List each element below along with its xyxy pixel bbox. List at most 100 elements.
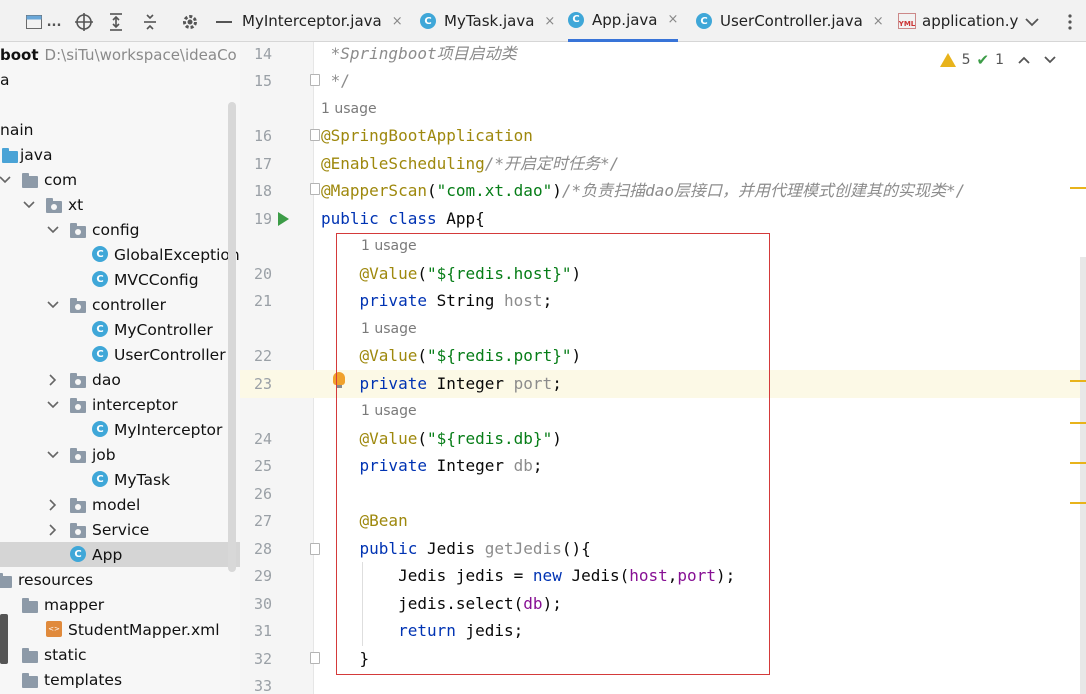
tree-item[interactable]: C MVCConfig [0, 267, 240, 292]
crosshair-icon[interactable] [74, 12, 94, 32]
chevron-down-icon[interactable] [46, 398, 60, 412]
warning-count: 5 [961, 52, 971, 68]
tab-app[interactable]: C App.java × [568, 0, 679, 42]
chevron-down-icon[interactable] [46, 223, 60, 237]
collapse-all-icon[interactable] [140, 12, 160, 32]
fold-marker-icon[interactable] [310, 652, 320, 664]
fold-marker-icon[interactable] [310, 543, 320, 555]
chevron-down-icon[interactable] [1022, 12, 1042, 32]
code-line[interactable]: *Springboot项目启动类 [321, 42, 517, 68]
warning-stripe[interactable] [1070, 380, 1086, 382]
tree-item[interactable]: C MyController [0, 317, 240, 342]
package-icon [70, 223, 86, 238]
line-number: 23 [253, 375, 272, 393]
more-dots[interactable]: ... [44, 12, 64, 32]
tree-item[interactable]: C MyInterceptor [0, 417, 240, 442]
chevron-down-icon[interactable] [22, 198, 36, 212]
tree-item-label: MyController [114, 320, 213, 339]
tree-item[interactable]: C App [0, 542, 240, 567]
close-icon[interactable]: × [668, 12, 679, 27]
chevron-right-icon[interactable] [46, 373, 60, 387]
close-icon[interactable]: × [873, 14, 884, 29]
project-root[interactable]: boot D:\siTu\workspace\ideaCo [0, 42, 240, 67]
tree-item-label: dao [92, 370, 121, 389]
usage-hint[interactable]: 1 usage [321, 95, 377, 123]
tree-item[interactable]: xt [0, 192, 240, 217]
tree-item[interactable]: job [0, 442, 240, 467]
tree-item[interactable]: <> StudentMapper.xml [0, 617, 240, 642]
tab-application-yml[interactable]: YML application.y [898, 0, 1018, 42]
code-token: @EnableScheduling [321, 154, 485, 173]
tree-item[interactable]: a [0, 67, 240, 92]
tab-mytask[interactable]: C MyTask.java × [420, 0, 555, 42]
editor-scrollbar[interactable] [1080, 257, 1086, 694]
ok-count: 1 [995, 52, 1004, 68]
tree-item[interactable]: static [0, 642, 240, 667]
side-panel-handle[interactable] [0, 614, 8, 664]
tree-item-label: a [0, 70, 10, 89]
gear-icon[interactable] [180, 12, 200, 32]
warning-stripe[interactable] [1070, 462, 1086, 464]
tree-item[interactable]: model [0, 492, 240, 517]
folder-icon [0, 573, 12, 588]
fold-marker-icon[interactable] [310, 74, 320, 86]
code-line[interactable]: public class App{ [321, 205, 485, 233]
tree-item[interactable]: mapper [0, 592, 240, 617]
expand-all-icon[interactable] [106, 12, 126, 32]
tab-myinterceptor[interactable]: MyInterceptor.java × [242, 0, 403, 42]
more-vertical-icon[interactable] [1060, 12, 1080, 32]
close-icon[interactable]: × [544, 14, 555, 29]
tree-item[interactable] [0, 92, 240, 117]
tree-item[interactable]: java [0, 142, 240, 167]
line-number: 19 [253, 210, 272, 228]
window-icon[interactable] [24, 12, 44, 32]
tree-item[interactable]: templates [0, 667, 240, 692]
tab-label: MyTask.java [444, 12, 535, 30]
warning-stripe[interactable] [1070, 187, 1086, 189]
fold-marker-icon[interactable] [310, 129, 320, 141]
tree-item[interactable]: resources [0, 567, 240, 592]
tree-item[interactable]: dao [0, 367, 240, 392]
tree-item[interactable]: nain [0, 117, 240, 142]
package-icon [70, 498, 86, 513]
minimize-icon[interactable] [214, 12, 234, 32]
tree-item[interactable]: C UserController [0, 342, 240, 367]
close-icon[interactable]: × [392, 14, 403, 29]
chevron-down-icon[interactable] [1044, 53, 1056, 67]
folder-icon [22, 673, 38, 688]
class-icon: C [92, 471, 108, 487]
line-number: 29 [253, 567, 272, 585]
tree-item[interactable]: controller [0, 292, 240, 317]
tree-scrollbar[interactable] [228, 102, 236, 572]
tab-label: App.java [592, 10, 658, 29]
fold-marker-icon[interactable] [310, 183, 320, 195]
line-number: 15 [253, 72, 272, 90]
warning-icon [939, 53, 956, 67]
tab-usercontroller[interactable]: C UserController.java × [696, 0, 884, 42]
chevron-down-icon[interactable] [46, 298, 60, 312]
code-line[interactable]: @SpringBootApplication [321, 122, 533, 150]
tree-item[interactable]: Service [0, 517, 240, 542]
code-editor[interactable]: 14 *Springboot项目启动类 15 */16 @SpringBootApp… [240, 42, 1086, 694]
class-icon: C [92, 246, 108, 262]
chevron-down-icon[interactable] [0, 173, 12, 187]
tree-item[interactable]: C MyTask [0, 467, 240, 492]
chevron-right-icon[interactable] [46, 498, 60, 512]
tree-item[interactable]: interceptor [0, 392, 240, 417]
code-line[interactable]: @EnableScheduling/*开启定时任务*/ [321, 150, 619, 178]
run-icon[interactable] [278, 212, 289, 226]
chevron-up-icon[interactable] [1018, 53, 1030, 67]
line-number: 22 [253, 347, 272, 365]
warning-stripe[interactable] [1070, 502, 1086, 504]
tree-item[interactable]: C GlobalExceptionH [0, 242, 240, 267]
inspection-widget[interactable]: 5 ✔ 1 [939, 50, 1056, 70]
tree-item[interactable]: com [0, 167, 240, 192]
code-line[interactable]: @MapperScan("com.xt.dao")/*负责扫描dao层接口，并用… [321, 177, 965, 205]
chevron-down-icon[interactable] [46, 448, 60, 462]
warning-stripe[interactable] [1070, 422, 1086, 424]
chevron-right-icon[interactable] [46, 523, 60, 537]
code-line[interactable]: */ [321, 67, 350, 95]
tree-item[interactable]: config [0, 217, 240, 242]
line-number: 27 [253, 512, 272, 530]
line-number: 14 [253, 45, 272, 63]
